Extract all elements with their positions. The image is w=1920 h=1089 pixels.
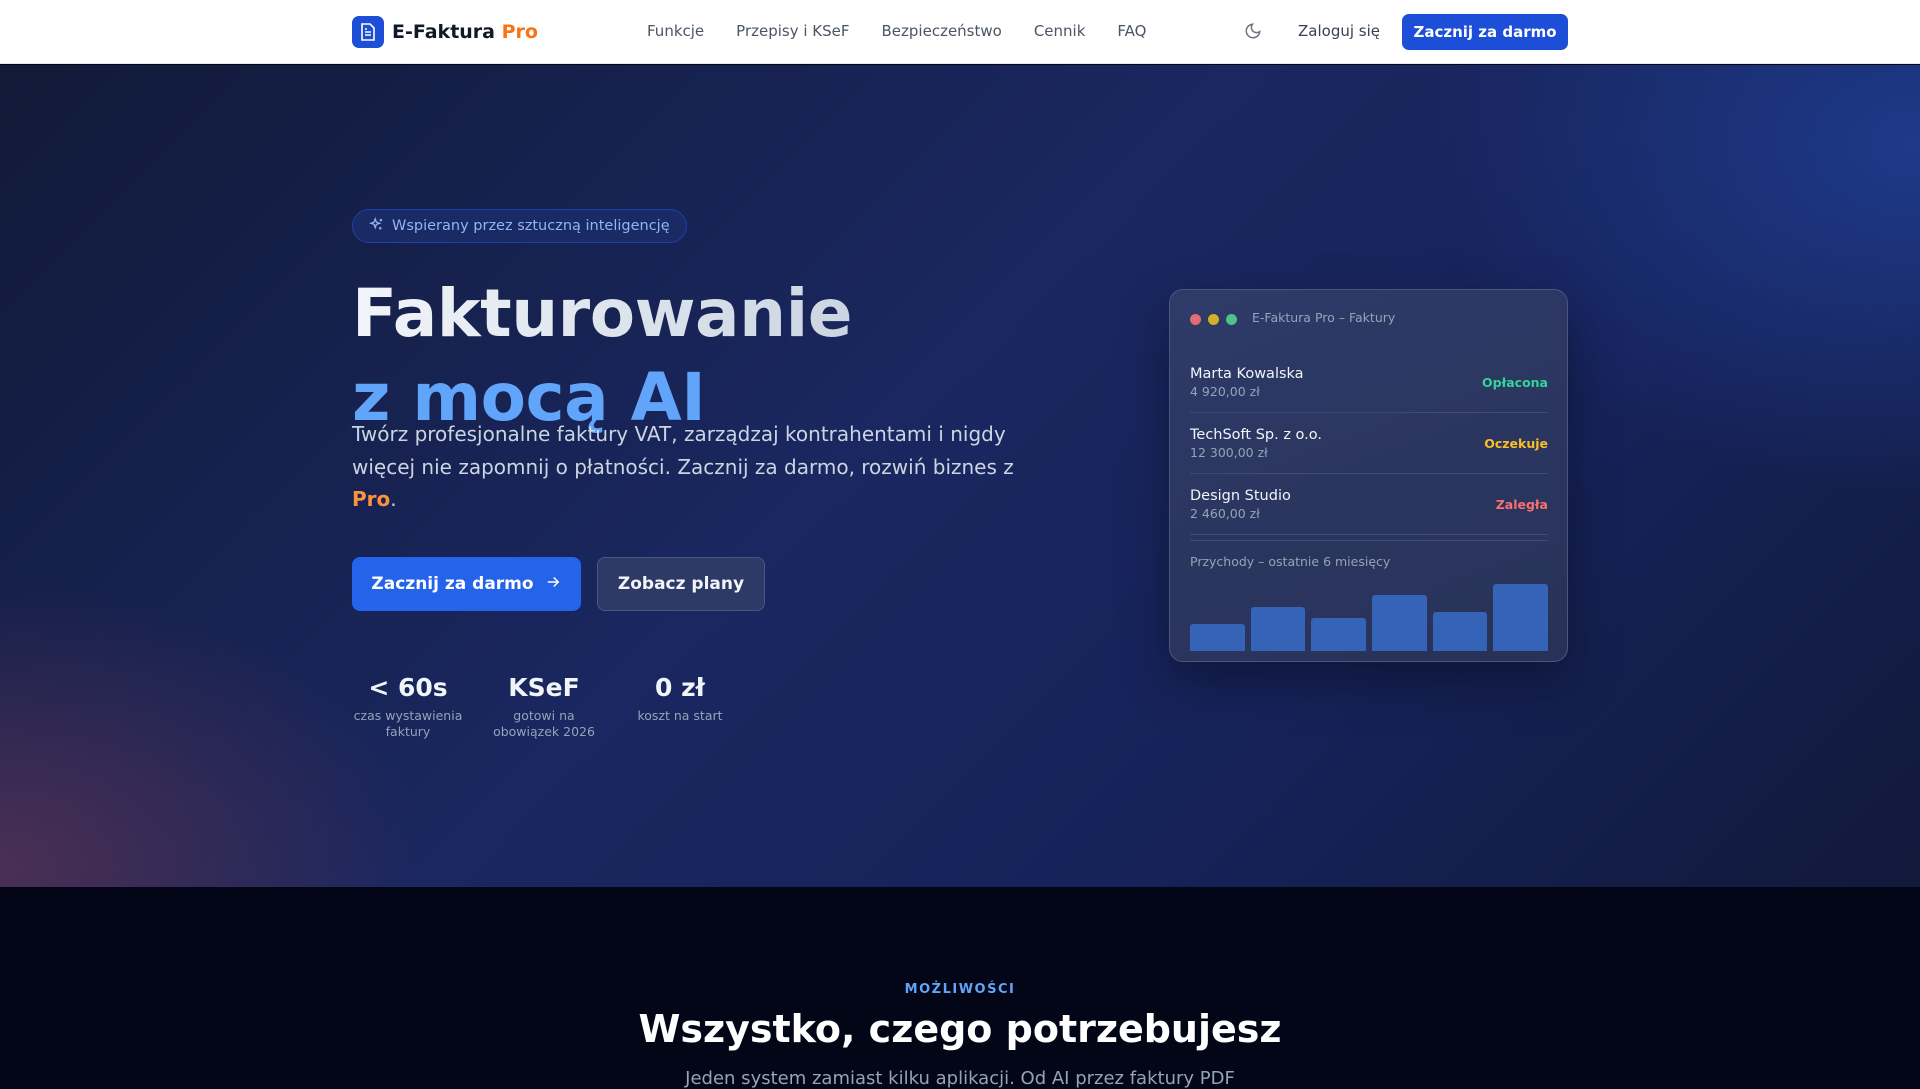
- hero-title: Fakturowanie z mocą AI: [352, 269, 852, 443]
- revenue-chart-title: Przychody – ostatnie 6 miesięcy: [1190, 554, 1391, 569]
- ai-badge: Wspierany przez sztuczną inteligencję: [352, 209, 687, 243]
- revenue-bar: [1432, 612, 1488, 651]
- invoice-amount: 12 300,00 zł: [1190, 444, 1268, 460]
- invoice-status: Opłacona: [1482, 374, 1548, 390]
- stat-label: koszt na start: [637, 708, 723, 723]
- start-free-label: Zacznij za darmo: [371, 574, 534, 594]
- sparkles-icon: [368, 216, 384, 236]
- invoice-status: Oczekuje: [1484, 435, 1548, 451]
- invoice-row[interactable]: Marta Kowalska 4 920,00 zł Opłacona: [1190, 352, 1548, 413]
- nav-cennik[interactable]: Cennik: [1034, 22, 1086, 40]
- invoice-row[interactable]: TechSoft Sp. z o.o. 12 300,00 zł Oczekuje: [1190, 413, 1548, 474]
- features-section: MOŻLIWOŚCI Wszystko, czego potrzebujesz …: [0, 887, 1920, 1089]
- invoice-client: TechSoft Sp. z o.o.: [1190, 426, 1322, 443]
- brand-name: E-Faktura: [392, 21, 495, 43]
- brand-logo[interactable]: E-Faktura Pro: [352, 16, 538, 48]
- revenue-chart: [1190, 584, 1549, 651]
- lead-text: Twórz profesjonalne faktury VAT, zarządz…: [352, 422, 1014, 479]
- see-plans-button[interactable]: Zobacz plany: [597, 557, 765, 611]
- preview-title: E-Faktura Pro – Faktury: [1252, 310, 1396, 325]
- invoice-amount: 2 460,00 zł: [1190, 505, 1260, 521]
- minimize-dot-icon: [1208, 314, 1219, 325]
- start-free-button[interactable]: Zacznij za darmo: [352, 557, 581, 611]
- invoice-client: Marta Kowalska: [1190, 365, 1304, 382]
- main-nav: Funkcje Przepisy i KSeF Bezpieczeństwo C…: [647, 22, 1146, 40]
- revenue-bar: [1190, 623, 1245, 651]
- login-link[interactable]: Zaloguj się: [1298, 22, 1380, 40]
- hero-section: Wspierany przez sztuczną inteligencję Fa…: [0, 65, 1920, 887]
- document-icon: [352, 16, 384, 48]
- app-preview-card: E-Faktura Pro – Faktury Marta Kowalska 4 …: [1169, 289, 1568, 662]
- window-controls: [1190, 314, 1237, 325]
- invoice-row[interactable]: Design Studio 2 460,00 zł Zaległa: [1190, 474, 1548, 535]
- invoice-client: Design Studio: [1190, 487, 1291, 504]
- nav-bezpieczenstwo[interactable]: Bezpieczeństwo: [882, 22, 1002, 40]
- stat-value: 0 zł: [655, 673, 705, 702]
- stat-item: KSeF gotowi na obowiązek 2026: [488, 673, 600, 740]
- features-subtitle: Jeden system zamiast kilku aplikacji. Od…: [685, 1068, 1235, 1089]
- arrow-right-icon: [544, 573, 562, 596]
- stat-value: < 60s: [368, 673, 448, 702]
- invoice-amount: 4 920,00 zł: [1190, 383, 1260, 399]
- theme-toggle-moon-icon[interactable]: [1244, 22, 1262, 44]
- stat-value: KSeF: [508, 673, 580, 702]
- revenue-bar: [1372, 595, 1427, 651]
- top-nav: E-Faktura Pro Funkcje Przepisy i KSeF Be…: [0, 0, 1920, 64]
- stat-item: 0 zł koszt na start: [624, 673, 736, 740]
- stat-item: < 60s czas wystawienia faktury: [352, 673, 464, 740]
- hero-title-line1: Fakturowanie: [352, 269, 852, 359]
- features-title: Wszystko, czego potrzebujesz: [638, 1007, 1282, 1051]
- revenue-bar: [1250, 606, 1306, 651]
- badge-text: Wspierany przez sztuczną inteligencję: [392, 218, 670, 234]
- hero-stats: < 60s czas wystawienia faktury KSeF gotowi…: [352, 673, 736, 740]
- brand-pro: Pro: [501, 21, 538, 43]
- header-cta-button[interactable]: Zacznij za darmo: [1402, 14, 1568, 50]
- revenue-bar: [1493, 584, 1549, 651]
- divider: [1190, 540, 1548, 541]
- lead-end: .: [390, 487, 397, 511]
- nav-przepisy-ksef[interactable]: Przepisy i KSeF: [736, 22, 849, 40]
- invoice-status: Zaległa: [1495, 496, 1548, 512]
- stat-label: gotowi na obowiązek 2026: [493, 708, 595, 739]
- close-dot-icon: [1190, 314, 1201, 325]
- nav-faq[interactable]: FAQ: [1117, 22, 1146, 40]
- lead-pro: Pro: [352, 487, 391, 511]
- nav-funkcje[interactable]: Funkcje: [647, 22, 704, 40]
- features-eyebrow: MOŻLIWOŚCI: [904, 982, 1016, 997]
- maximize-dot-icon: [1226, 314, 1237, 325]
- revenue-bar: [1311, 617, 1367, 651]
- invoice-list: Marta Kowalska 4 920,00 zł Opłacona TechSof…: [1190, 352, 1548, 535]
- stat-label: czas wystawienia faktury: [353, 708, 463, 739]
- hero-lead: Twórz profesjonalne faktury VAT, zarządz…: [352, 418, 1032, 516]
